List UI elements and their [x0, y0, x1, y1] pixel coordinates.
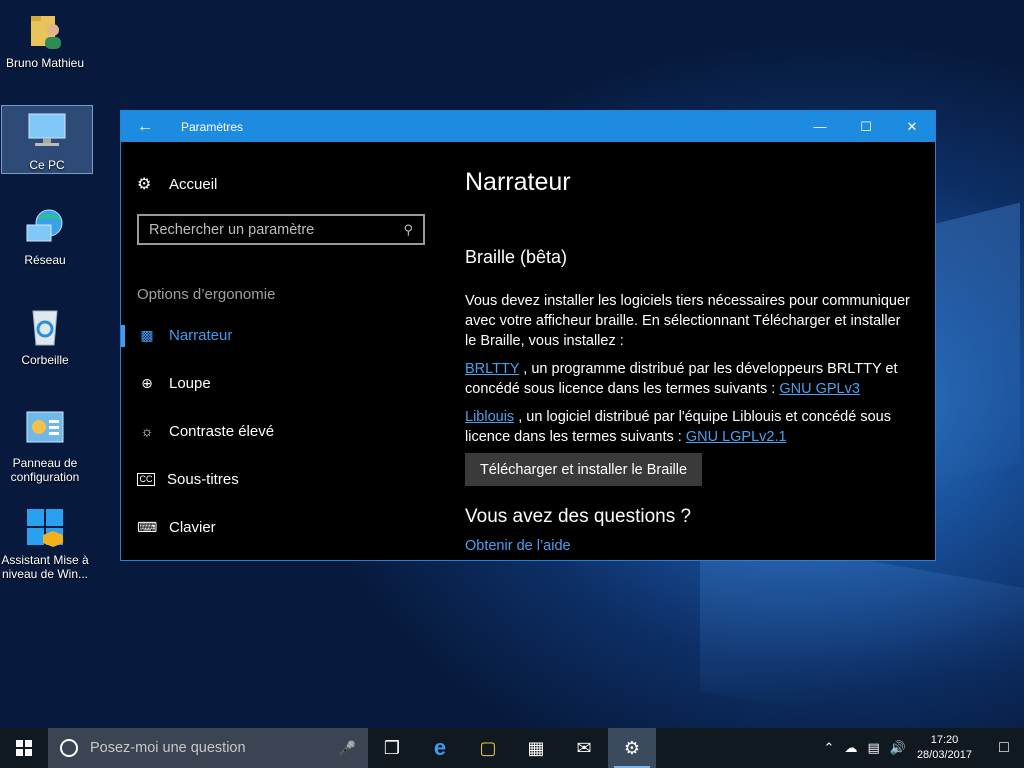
lgpl-license-link[interactable]: GNU LGPLv2.1: [686, 429, 787, 445]
keyboard-icon: ⌨: [137, 518, 158, 535]
settings-window: ← Paramètres — ☐ ✕ ⚙ Accueil Rechercher …: [120, 110, 936, 561]
braille-intro-text: Vous devez installer les logiciels tiers…: [465, 293, 910, 349]
sidebar-item-label: Sous-titres: [167, 470, 239, 488]
recycle-bin-icon: [23, 305, 67, 349]
clock[interactable]: 17:20 28/03/2017: [917, 733, 972, 763]
desktop-light-beam: [700, 530, 1024, 750]
settings-sidebar: ⚙ Accueil Rechercher un paramètre ⚲ Opti…: [121, 142, 441, 560]
sidebar-item-label: Loupe: [169, 374, 211, 392]
cortana-placeholder: Posez-moi une question: [90, 740, 246, 756]
windows-upgrade-icon: [23, 505, 67, 549]
start-button[interactable]: [0, 728, 48, 768]
desktop-icon-user-folder[interactable]: Bruno Mathieu: [0, 8, 90, 70]
sidebar-item-label: Clavier: [169, 518, 216, 536]
brltty-paragraph: BRLTTY , un programme distribué par les …: [465, 359, 915, 399]
brltty-link[interactable]: BRLTTY: [465, 361, 519, 377]
desktop-icon-label: Panneau de configuration: [10, 456, 80, 484]
file-explorer-button[interactable]: ▢: [464, 728, 512, 768]
settings-content: Narrateur Braille (bêta) Vous devez inst…: [465, 142, 935, 560]
maximize-button[interactable]: ☐: [843, 111, 889, 142]
install-braille-button[interactable]: Télécharger et installer le Braille: [465, 453, 702, 486]
window-title: Paramètres: [181, 119, 244, 134]
settings-search-input[interactable]: Rechercher un paramètre ⚲: [137, 214, 425, 245]
microphone-icon[interactable]: 🎤: [339, 740, 356, 757]
system-tray: ⌃ ☁ ▤ 🔊 17:20 28/03/2017 □: [819, 728, 1024, 768]
sidebar-item-label: Narrateur: [169, 326, 233, 344]
sidebar-item-keyboard[interactable]: ⌨ Clavier: [121, 507, 441, 547]
network-icon[interactable]: ▤: [867, 740, 879, 756]
magnifier-icon: ⊕: [141, 374, 153, 391]
close-icon: ✕: [906, 118, 918, 134]
control-panel-icon: [23, 408, 67, 452]
brightness-icon: ☼: [140, 423, 154, 439]
desktop-icon-label: Ce PC: [29, 158, 65, 172]
maximize-icon: ☐: [860, 118, 872, 134]
computer-icon: [25, 110, 69, 154]
cortana-icon: [60, 739, 78, 757]
volume-icon[interactable]: 🔊: [890, 740, 906, 756]
windows-logo-icon: [16, 740, 32, 756]
sidebar-item-high-contrast[interactable]: ☼ Contraste élevé: [121, 411, 441, 451]
desktop-icon-control-panel[interactable]: Panneau de configuration: [0, 408, 90, 484]
liblouis-link[interactable]: Liblouis: [465, 409, 514, 425]
page-title: Narrateur: [465, 168, 571, 196]
arrow-left-icon: ←: [137, 117, 153, 135]
store-icon: ▦: [527, 737, 545, 758]
home-link[interactable]: ⚙ Accueil: [137, 174, 217, 194]
narrator-icon: ▩: [140, 326, 154, 343]
sidebar-item-magnifier[interactable]: ⊕ Loupe: [121, 363, 441, 403]
search-placeholder: Rechercher un paramètre: [149, 221, 315, 238]
sidebar-item-label: Contraste élevé: [169, 422, 275, 440]
get-help-link[interactable]: Obtenir de l’aide: [465, 538, 571, 554]
mail-button[interactable]: ✉: [560, 728, 608, 768]
action-center-button[interactable]: □: [984, 739, 1024, 757]
cortana-search-box[interactable]: Posez-moi une question 🎤: [48, 728, 368, 768]
desktop-icon-network[interactable]: Réseau: [0, 205, 90, 267]
back-button[interactable]: ←: [121, 111, 169, 142]
clock-time: 17:20: [930, 734, 959, 746]
gear-icon: ⚙: [137, 176, 152, 193]
questions-heading: Vous avez des questions ?: [465, 506, 692, 527]
section-label: Options d’ergonomie: [137, 286, 276, 303]
liblouis-text: , un logiciel distribué par l'équipe Lib…: [465, 409, 891, 445]
minimize-icon: —: [813, 119, 827, 134]
desktop-icon-label: Corbeille: [21, 353, 69, 367]
active-indicator: [121, 325, 125, 347]
clock-date: 28/03/2017: [916, 749, 972, 761]
desktop-icon-label: Assistant Mise à niveau de Win...: [1, 553, 89, 581]
sidebar-item-narrator[interactable]: ▩ Narrateur: [121, 315, 441, 355]
desktop-icon-label: Bruno Mathieu: [5, 56, 85, 70]
task-view-icon: ❐: [383, 737, 401, 758]
edge-icon: e: [433, 735, 447, 760]
user-folder-icon: [23, 8, 67, 52]
home-label: Accueil: [169, 175, 218, 193]
network-globe-icon: [23, 205, 67, 249]
task-view-button[interactable]: ❐: [368, 728, 416, 768]
settings-taskbar-button[interactable]: ⚙: [608, 728, 656, 768]
folder-icon: ▢: [479, 737, 497, 758]
notification-icon: □: [999, 739, 1009, 756]
close-button[interactable]: ✕: [889, 111, 935, 142]
onedrive-icon[interactable]: ☁: [844, 740, 857, 756]
search-icon: ⚲: [403, 221, 413, 237]
desktop-icon-upgrade-assistant[interactable]: Assistant Mise à niveau de Win...: [0, 505, 90, 581]
chevron-up-icon[interactable]: ⌃: [824, 740, 835, 756]
braille-section-title: Braille (bêta): [465, 247, 568, 267]
liblouis-paragraph: Liblouis , un logiciel distribué par l'é…: [465, 407, 915, 447]
store-button[interactable]: ▦: [512, 728, 560, 768]
closed-captions-icon: CC: [137, 472, 155, 486]
desktop-icon-this-pc[interactable]: Ce PC: [1, 105, 93, 174]
mail-icon: ✉: [576, 737, 592, 758]
edge-button[interactable]: e: [416, 728, 464, 768]
sidebar-item-closed-captions[interactable]: CC Sous-titres: [121, 459, 441, 499]
desktop-icon-label: Réseau: [24, 253, 66, 267]
taskbar: Posez-moi une question 🎤 ❐ e ▢ ▦ ✉ ⚙ ⌃ ☁…: [0, 728, 1024, 768]
title-bar: ← Paramètres — ☐ ✕: [121, 111, 935, 142]
gear-icon: ⚙: [623, 737, 641, 758]
desktop-icon-recycle-bin[interactable]: Corbeille: [0, 305, 90, 367]
gpl-license-link[interactable]: GNU GPLv3: [779, 381, 860, 397]
minimize-button[interactable]: —: [797, 111, 843, 142]
